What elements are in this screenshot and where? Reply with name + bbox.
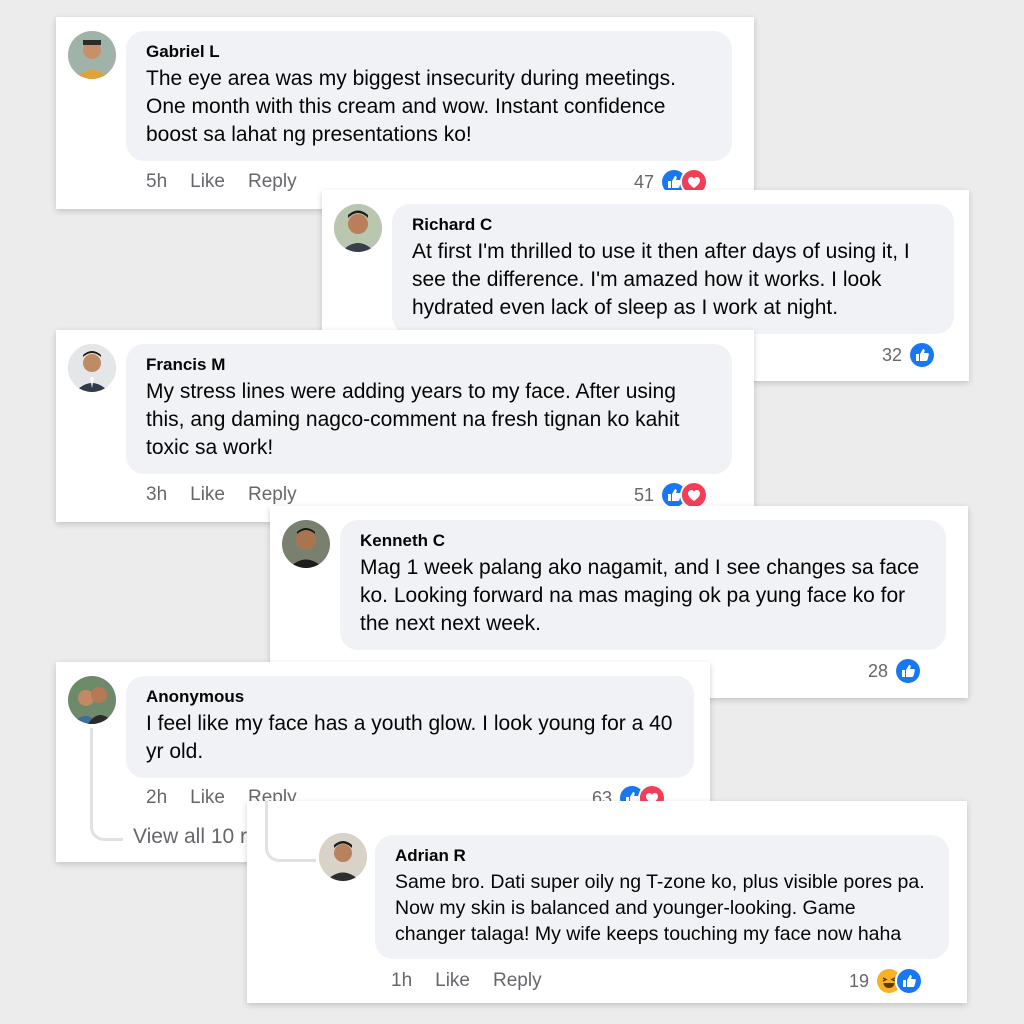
like-button[interactable]: Like (190, 171, 225, 193)
reaction-summary[interactable]: 28 (868, 657, 923, 685)
thread-line (265, 801, 316, 862)
reaction-count: 28 (868, 660, 889, 681)
comment-text: Mag 1 week palang ako nagamit, and I see… (360, 556, 920, 635)
comment-bubble: Gabriel L The eye area was my biggest in… (126, 31, 732, 161)
avatar[interactable] (334, 204, 382, 252)
comment-author[interactable]: Gabriel L (146, 41, 712, 63)
avatar[interactable] (68, 31, 116, 79)
reaction-count: 51 (634, 484, 655, 505)
comment-actions: 5h Like Reply (146, 169, 320, 195)
comment-author[interactable]: Anonymous (146, 686, 674, 708)
like-icon (908, 341, 937, 369)
comment-author[interactable]: Richard C (412, 214, 934, 236)
comment-actions: 1h Like Reply (391, 968, 565, 994)
like-button[interactable]: Like (435, 970, 470, 992)
comment-bubble: Kenneth C Mag 1 week palang ako nagamit,… (340, 520, 946, 650)
comment-text: I feel like my face has a youth glow. I … (146, 712, 673, 763)
avatar[interactable] (282, 520, 330, 568)
comment-time[interactable]: 2h (146, 787, 167, 809)
reply-button[interactable]: Reply (493, 970, 542, 992)
like-button[interactable]: Like (190, 484, 225, 506)
comment-author[interactable]: Adrian R (395, 845, 929, 867)
avatar[interactable] (68, 676, 116, 724)
avatar[interactable] (319, 833, 367, 881)
comment-bubble: Richard C At first I'm thrilled to use i… (392, 204, 954, 334)
reaction-count: 32 (882, 344, 903, 365)
comment-bubble: Francis M My stress lines were adding ye… (126, 344, 732, 474)
like-button[interactable]: Like (190, 787, 225, 809)
comment-text: Same bro. Dati super oily ng T-zone ko, … (395, 871, 925, 945)
comment-author[interactable]: Kenneth C (360, 530, 926, 552)
comment-text: My stress lines were adding years to my … (146, 380, 680, 459)
view-all-replies-link[interactable]: View all 10 r (133, 825, 247, 849)
comment-card-adrian: Adrian R Same bro. Dati super oily ng T-… (247, 801, 967, 1003)
avatar[interactable] (68, 344, 116, 392)
comment-bubble: Adrian R Same bro. Dati super oily ng T-… (375, 835, 949, 959)
comment-bubble: Anonymous I feel like my face has a yout… (126, 676, 694, 778)
comment-actions: 3h Like Reply (146, 482, 320, 508)
comment-time[interactable]: 5h (146, 171, 167, 193)
reaction-count: 19 (849, 970, 870, 991)
comment-time[interactable]: 3h (146, 484, 167, 506)
thread-line (90, 728, 123, 841)
comment-text: At first I'm thrilled to use it then aft… (412, 240, 910, 319)
like-icon (894, 657, 923, 685)
comment-card-gabriel: Gabriel L The eye area was my biggest in… (56, 17, 754, 209)
reaction-summary[interactable]: 32 (882, 341, 937, 369)
reply-button[interactable]: Reply (248, 171, 297, 193)
reaction-summary[interactable]: 19 (849, 967, 924, 995)
comment-card-francis: Francis M My stress lines were adding ye… (56, 330, 754, 522)
reaction-summary[interactable]: 51 (634, 481, 709, 509)
comment-text: The eye area was my biggest insecurity d… (146, 67, 676, 146)
reply-button[interactable]: Reply (248, 484, 297, 506)
love-icon (680, 481, 709, 509)
comment-time[interactable]: 1h (391, 970, 412, 992)
comment-author[interactable]: Francis M (146, 354, 712, 376)
like-icon (895, 967, 924, 995)
